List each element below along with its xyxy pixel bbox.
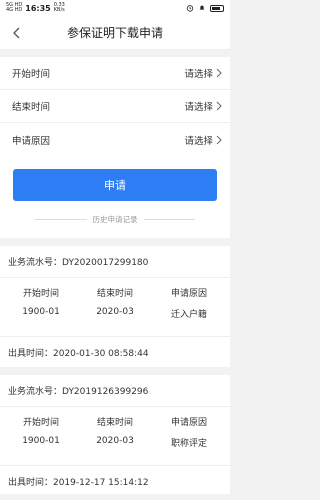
col-header: 开始时间	[22, 418, 59, 428]
bottom-spacer	[0, 494, 230, 500]
col-value: 迁入户籍	[170, 310, 207, 320]
chevron-right-icon	[216, 101, 222, 111]
apply-button[interactable]: 申请	[13, 169, 217, 201]
speed-unit: KB/s	[53, 7, 65, 13]
col-header: 申请原因	[170, 418, 207, 428]
reason-label: 申请原因	[12, 135, 51, 147]
history-record: 业务流水号：DY2020017299180 开始时间 1900-01 结束时间 …	[0, 246, 230, 367]
status-right	[186, 4, 224, 12]
end-time-value: 请选择	[184, 102, 213, 113]
start-time-picker[interactable]: 请选择	[184, 66, 222, 80]
col-value: 2020-03	[96, 436, 134, 446]
end-time-row[interactable]: 结束时间 请选择	[0, 90, 230, 123]
history-record: 业务流水号：DY2019126399296 开始时间 1900-01 结束时间 …	[0, 375, 230, 496]
col-value: 职称评定	[170, 439, 207, 449]
record-issued-time: 出具时间：2020-01-30 08:58:44	[8, 348, 149, 359]
col-header: 申请原因	[170, 289, 207, 299]
network-indicator: 5G HD 4G HD	[6, 3, 22, 13]
start-time-label: 开始时间	[12, 69, 51, 80]
record-serial: 业务流水号：DY2020017299180	[0, 246, 230, 278]
end-time-picker[interactable]: 请选择	[184, 99, 222, 113]
apply-section: 申请 历史申请记录	[0, 156, 230, 238]
chevron-right-icon	[216, 68, 222, 78]
history-title: 历史申请记录	[92, 215, 138, 224]
status-bar: 5G HD 4G HD 16:35 0.33 KB/s	[0, 0, 230, 16]
record-details: 开始时间 1900-01 结束时间 2020-03 申请原因 迁入户籍	[0, 278, 230, 337]
reason-row[interactable]: 申请原因 请选择	[0, 123, 230, 156]
divider-line	[143, 219, 195, 220]
divider-line	[35, 219, 87, 220]
col-value: 1900-01	[22, 307, 60, 317]
col-header: 结束时间	[96, 289, 133, 299]
battery-icon	[210, 4, 224, 12]
silent-icon	[199, 5, 205, 10]
reason-value: 请选择	[184, 135, 213, 147]
status-time: 16:35	[25, 3, 51, 13]
end-time-label: 结束时间	[12, 102, 51, 113]
col-header: 开始时间	[22, 289, 59, 299]
page-title: 参保证明下载申请	[66, 26, 163, 40]
alarm-icon	[186, 5, 194, 12]
network-speed: 0.33 KB/s	[54, 3, 65, 13]
application-form: 开始时间 请选择 结束时间 请选择 申请原因 请选择	[0, 57, 230, 156]
reason-picker[interactable]: 请选择	[184, 133, 222, 147]
record-col-start: 开始时间 1900-01	[4, 415, 78, 465]
record-col-reason: 申请原因 职称评定	[152, 415, 226, 465]
col-value: 2020-03	[96, 307, 134, 317]
record-col-end: 结束时间 2020-03	[78, 415, 152, 465]
record-col-reason: 申请原因 迁入户籍	[152, 286, 226, 336]
col-value: 1900-01	[22, 436, 60, 446]
start-time-value: 请选择	[184, 69, 213, 80]
record-col-start: 开始时间 1900-01	[4, 286, 78, 336]
record-col-end: 结束时间 2020-03	[78, 286, 152, 336]
record-serial: 业务流水号：DY2019126399296	[0, 375, 230, 407]
back-button[interactable]	[8, 25, 24, 41]
navigation-bar: 参保证明下载申请	[0, 16, 230, 50]
record-details: 开始时间 1900-01 结束时间 2020-03 申请原因 职称评定	[0, 407, 230, 466]
chevron-left-icon	[12, 27, 19, 39]
record-issued-time: 出具时间：2019-12-17 15:14:12	[8, 477, 149, 488]
status-left: 5G HD 4G HD 16:35 0.33 KB/s	[6, 3, 65, 13]
history-divider: 历史申请记录	[13, 214, 217, 225]
start-time-row[interactable]: 开始时间 请选择	[0, 57, 230, 90]
chevron-right-icon	[216, 135, 222, 144]
network-label-2: 4G HD	[6, 7, 23, 13]
col-header: 结束时间	[96, 418, 133, 428]
